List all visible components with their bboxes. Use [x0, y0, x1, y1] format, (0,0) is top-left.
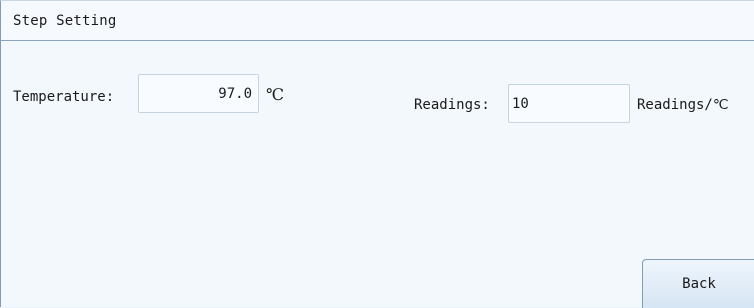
readings-unit: Readings/℃ [637, 97, 729, 113]
back-button[interactable]: Back [642, 259, 754, 308]
title-bar: Step Setting [1, 1, 754, 41]
step-setting-dialog: Step Setting Temperature: ℃ Readings: Re… [0, 0, 754, 308]
readings-input[interactable] [508, 84, 630, 123]
temperature-input[interactable] [138, 74, 259, 113]
dialog-title: Step Setting [13, 13, 117, 29]
readings-label: Readings: [414, 97, 490, 113]
temperature-label: Temperature: [13, 89, 115, 105]
temperature-unit: ℃ [266, 85, 284, 104]
